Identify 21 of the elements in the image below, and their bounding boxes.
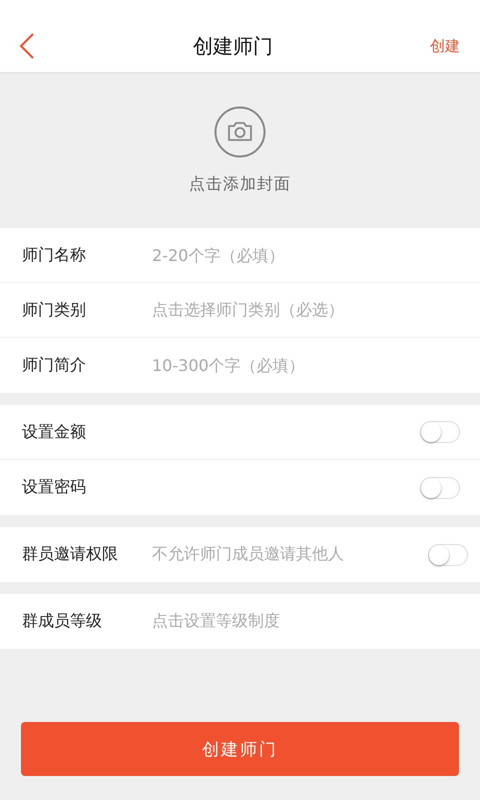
- select-field[interactable]: 点击选择师门类别（必选）: [152, 300, 460, 320]
- input-field[interactable]: 10-300个字（必填）: [152, 356, 460, 375]
- back-icon[interactable]: [18, 32, 36, 60]
- page-title: 创建师门: [192, 32, 274, 60]
- field-label: 师门类别: [22, 300, 87, 320]
- setting-hint: 不允许师门成员邀请其他人: [152, 544, 345, 565]
- setting-label: 设置密码: [22, 477, 87, 498]
- field-label: 师门简介: [22, 355, 87, 376]
- setting-label: 设置金额: [22, 422, 87, 442]
- input-field[interactable]: 2-20个字（必填）: [152, 246, 460, 264]
- setting-label: 群员邀请权限: [22, 544, 119, 565]
- select-field[interactable]: 点击设置等级制度: [152, 611, 460, 632]
- camera-icon[interactable]: [214, 106, 266, 158]
- add-cover-label[interactable]: 点击添加封面: [189, 174, 291, 194]
- create-link[interactable]: 创建: [430, 36, 460, 56]
- toggle-switch[interactable]: [420, 476, 460, 498]
- toggle-switch[interactable]: [428, 544, 468, 566]
- toggle-switch[interactable]: [420, 421, 460, 443]
- field-label: 师门名称: [22, 244, 87, 266]
- create-button[interactable]: 创建师门: [21, 722, 459, 776]
- field-label: 群成员等级: [22, 611, 103, 632]
